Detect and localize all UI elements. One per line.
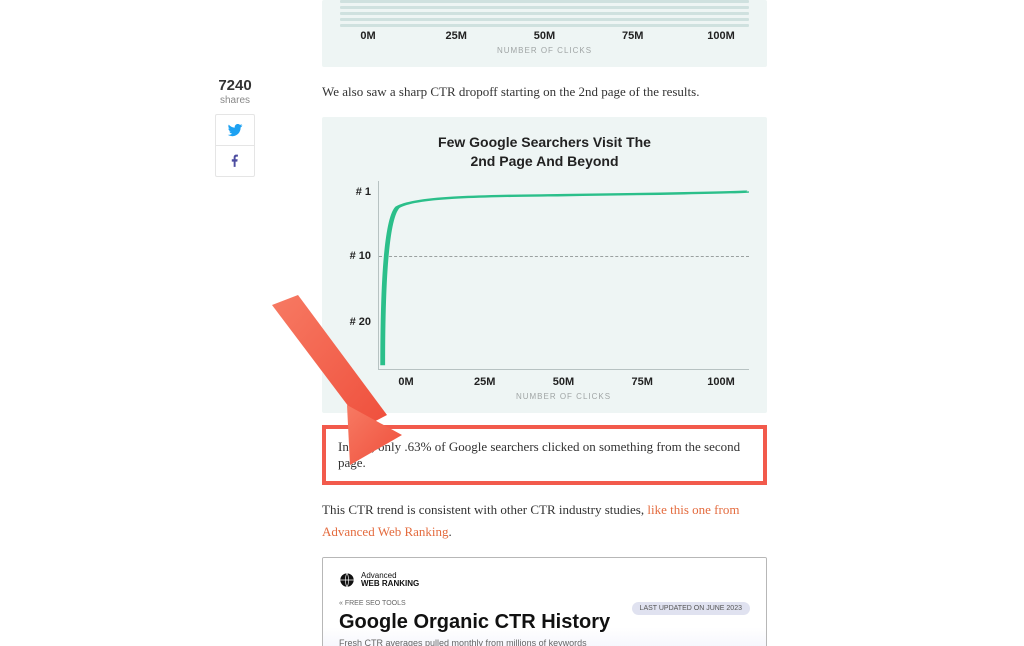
chart-plot-area: # 1 # 10 # 20	[378, 181, 749, 370]
x-axis-ticks: 0M 25M 50M 75M 100M	[340, 30, 749, 42]
ytick: # 10	[341, 250, 371, 262]
x-axis-label: NUMBER OF CLICKS	[378, 392, 749, 401]
chart-card-clicks-tail: 0M 25M 50M 75M 100M NUMBER OF CLICKS	[322, 0, 767, 67]
last-updated-badge: LAST UPDATED ON JUNE 2023	[632, 602, 750, 615]
paragraph: We also saw a sharp CTR dropoff starting…	[322, 81, 767, 103]
xtick: 100M	[701, 30, 741, 42]
embed-header: AdvancedWEB RANKING « FREE SEO TOOLS Goo…	[323, 558, 766, 646]
callout-text: In fact, only .63% of Google searchers c…	[322, 425, 767, 485]
awr-brand: AdvancedWEB RANKING	[339, 572, 750, 588]
text: This CTR trend is consistent with other …	[322, 502, 647, 517]
callout-highlight: In fact, only .63% of Google searchers c…	[322, 425, 767, 485]
chart-title: Few Google Searchers Visit The 2nd Page …	[340, 133, 749, 171]
xtick: 100M	[701, 376, 741, 388]
xtick: 50M	[544, 376, 584, 388]
x-axis-ticks: 0M 25M 50M 75M 100M	[378, 376, 749, 388]
x-axis-label: NUMBER OF CLICKS	[340, 46, 749, 55]
share-label: shares	[210, 95, 260, 106]
facebook-icon	[228, 154, 242, 168]
share-sidebar: 7240 shares	[210, 78, 260, 177]
embedded-screenshot-awr: AdvancedWEB RANKING « FREE SEO TOOLS Goo…	[322, 557, 767, 646]
xtick: 75M	[613, 30, 653, 42]
xtick: 75M	[622, 376, 662, 388]
article-column: 0M 25M 50M 75M 100M NUMBER OF CLICKS We …	[322, 0, 767, 646]
twitter-icon	[227, 122, 243, 138]
chart-line	[379, 181, 749, 369]
paragraph: This CTR trend is consistent with other …	[322, 499, 767, 543]
share-buttons	[215, 114, 255, 177]
globe-icon	[339, 572, 355, 588]
xtick: 0M	[386, 376, 426, 388]
chart-tail-rows	[340, 0, 749, 30]
share-count: 7240	[210, 78, 260, 95]
xtick: 25M	[465, 376, 505, 388]
ytick: # 20	[341, 316, 371, 328]
embed-subtitle: Fresh CTR averages pulled monthly from m…	[339, 638, 750, 646]
share-facebook-button[interactable]	[216, 145, 254, 176]
ytick: # 1	[341, 186, 371, 198]
xtick: 50M	[525, 30, 565, 42]
xtick: 25M	[436, 30, 476, 42]
chart-card-ctr: Few Google Searchers Visit The 2nd Page …	[322, 117, 767, 413]
brand-text: AdvancedWEB RANKING	[361, 572, 419, 588]
share-twitter-button[interactable]	[216, 115, 254, 145]
text: .	[449, 524, 452, 539]
xtick: 0M	[348, 30, 388, 42]
